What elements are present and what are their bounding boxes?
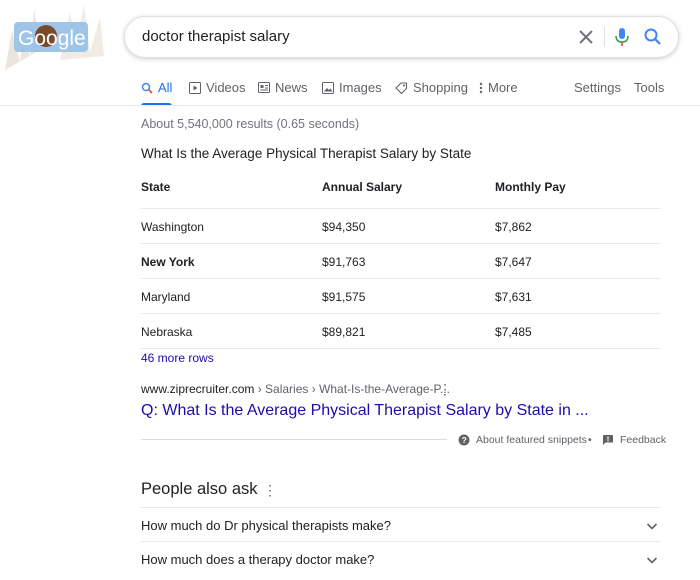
result-menu-icon[interactable]: ⋮ bbox=[438, 381, 452, 398]
more-rows-link[interactable]: 46 more rows bbox=[141, 351, 214, 365]
table-row: New York $91,763 $7,647 bbox=[141, 244, 661, 279]
about-featured-snippets-link[interactable]: ? About featured snippets bbox=[458, 434, 587, 446]
microphone-icon[interactable] bbox=[610, 25, 634, 49]
table-cell: $7,647 bbox=[495, 255, 532, 269]
tab-news-label: News bbox=[275, 80, 308, 95]
more-vert-icon bbox=[479, 82, 483, 93]
chevron-down-icon bbox=[646, 557, 658, 564]
feedback-icon bbox=[603, 435, 613, 445]
chevron-down-icon bbox=[646, 523, 658, 530]
result-title-link[interactable]: Q: What Is the Average Physical Therapis… bbox=[141, 402, 589, 420]
play-icon bbox=[189, 81, 201, 94]
table-cell: $91,575 bbox=[322, 290, 366, 304]
paa-question[interactable]: How much do Dr physical therapists make? bbox=[141, 507, 661, 542]
clear-icon[interactable] bbox=[574, 25, 598, 49]
table-cell: $7,862 bbox=[495, 220, 532, 234]
tab-shopping[interactable]: Shopping bbox=[395, 80, 468, 95]
paa-question-text: How much does a therapy doctor make? bbox=[141, 552, 375, 567]
tab-more-label: More bbox=[488, 80, 518, 95]
table-cell: $7,631 bbox=[495, 290, 532, 304]
settings-label: Settings bbox=[574, 80, 621, 95]
tab-all[interactable]: All bbox=[141, 80, 173, 106]
citation-path: › Salaries › What-Is-the-Average-P... bbox=[254, 382, 451, 396]
tab-videos[interactable]: Videos bbox=[189, 80, 246, 95]
salary-table: State Annual Salary Monthly Pay Washingt… bbox=[141, 172, 661, 349]
people-also-ask-heading: People also ask bbox=[141, 480, 258, 498]
tab-images[interactable]: Images bbox=[322, 80, 382, 95]
help-icon: ? bbox=[458, 434, 470, 446]
search-tabs: All Videos News Images Shopping More Set… bbox=[0, 76, 700, 106]
table-header-row: State Annual Salary Monthly Pay bbox=[141, 172, 661, 209]
logo-text: Google bbox=[18, 27, 86, 50]
table-cell: Maryland bbox=[141, 290, 191, 304]
table-cell: Nebraska bbox=[141, 325, 193, 339]
search-icon[interactable] bbox=[641, 25, 665, 49]
tab-shopping-label: Shopping bbox=[413, 80, 468, 95]
table-cell: New York bbox=[141, 255, 195, 269]
tools-link[interactable]: Tools bbox=[634, 80, 664, 95]
snippet-title: What Is the Average Physical Therapist S… bbox=[141, 146, 472, 161]
table-cell: $89,821 bbox=[322, 325, 366, 339]
snippet-footer-divider bbox=[141, 439, 447, 440]
image-icon bbox=[322, 81, 334, 94]
tab-news[interactable]: News bbox=[258, 80, 308, 95]
result-citation[interactable]: www.ziprecruiter.com › Salaries › What-I… bbox=[141, 382, 450, 396]
tab-images-label: Images bbox=[339, 80, 382, 95]
column-header: State bbox=[141, 180, 171, 194]
about-label: About featured snippets bbox=[476, 434, 587, 446]
tag-icon bbox=[395, 81, 408, 94]
table-cell: Washington bbox=[141, 220, 204, 234]
tools-label: Tools bbox=[634, 80, 665, 95]
table-cell: $94,350 bbox=[322, 220, 366, 234]
column-header: Annual Salary bbox=[322, 180, 403, 194]
table-row: Maryland $91,575 $7,631 bbox=[141, 279, 661, 314]
feedback-label: Feedback bbox=[620, 434, 667, 446]
citation-domain: www.ziprecruiter.com bbox=[141, 382, 255, 396]
svg-text:?: ? bbox=[462, 435, 467, 445]
paa-menu-icon[interactable]: ⋮ bbox=[263, 482, 277, 499]
google-doodle-logo[interactable]: Google bbox=[0, 0, 120, 75]
divider bbox=[604, 27, 605, 47]
search-icon bbox=[141, 82, 153, 94]
paa-question-text: How much do Dr physical therapists make? bbox=[141, 518, 391, 533]
separator-dot: • bbox=[588, 434, 592, 446]
table-row: Washington $94,350 $7,862 bbox=[141, 209, 661, 244]
paa-question[interactable]: How much does a therapy doctor make? bbox=[141, 541, 661, 576]
table-cell: $7,485 bbox=[495, 325, 532, 339]
newspaper-icon bbox=[258, 82, 270, 93]
search-box[interactable]: doctor therapist salary bbox=[124, 16, 679, 58]
search-input[interactable]: doctor therapist salary bbox=[142, 28, 290, 45]
column-header: Monthly Pay bbox=[495, 180, 566, 194]
tab-videos-label: Videos bbox=[206, 80, 246, 95]
table-cell: $91,763 bbox=[322, 255, 366, 269]
tab-all-label: All bbox=[158, 80, 173, 95]
settings-link[interactable]: Settings bbox=[574, 80, 621, 95]
header-divider bbox=[0, 105, 700, 106]
tab-more[interactable]: More bbox=[479, 80, 518, 95]
result-stats: About 5,540,000 results (0.65 seconds) bbox=[141, 117, 360, 131]
feedback-link[interactable]: Feedback bbox=[602, 434, 666, 446]
table-row: Nebraska $89,821 $7,485 bbox=[141, 314, 661, 349]
